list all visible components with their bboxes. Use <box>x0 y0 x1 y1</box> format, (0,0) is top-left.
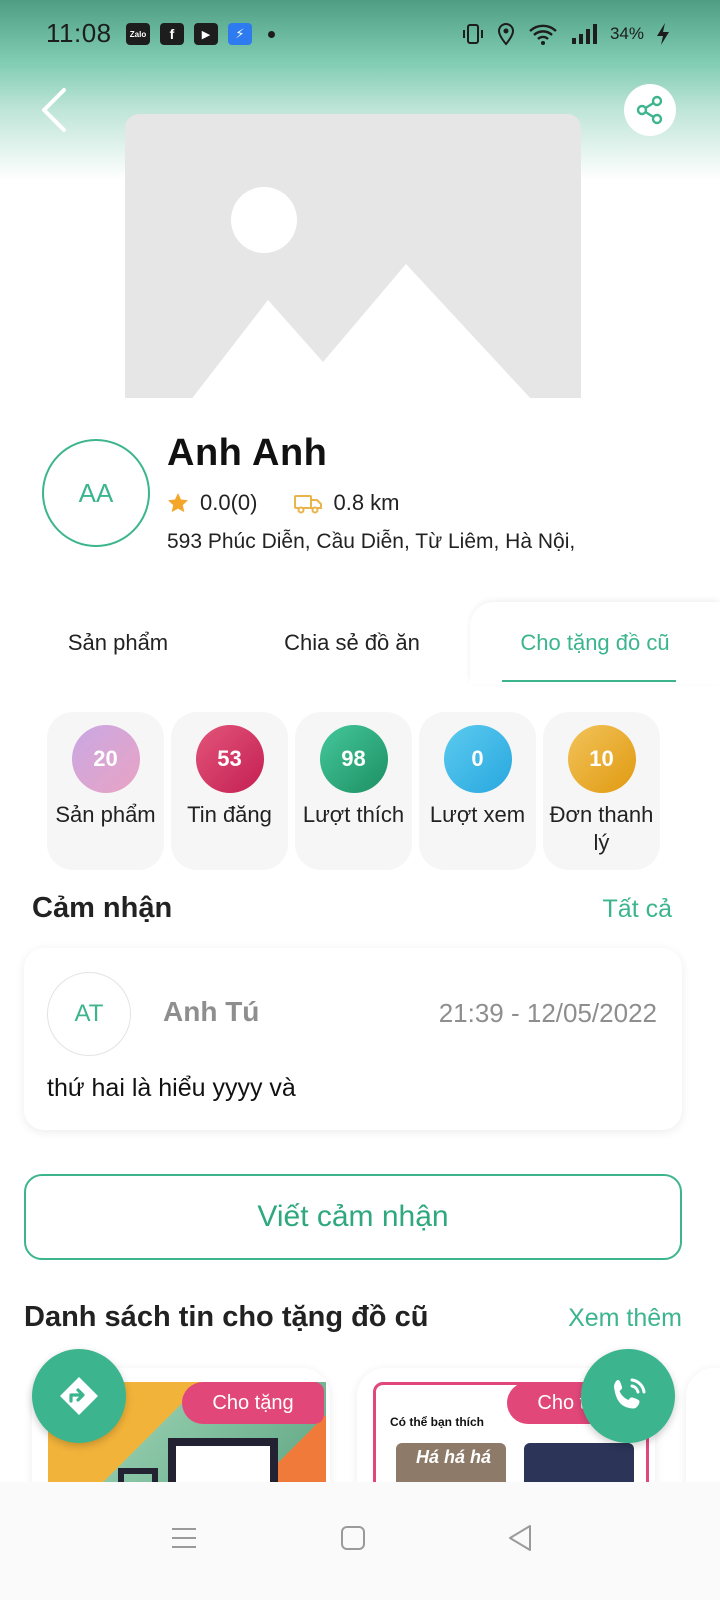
profile-tabs: Sản phẩm Chia sẻ đồ ăn Cho tặng đồ cũ <box>0 602 720 684</box>
shop-distance: 0.8 km <box>333 490 400 515</box>
share-button[interactable] <box>624 84 676 136</box>
reviews-title: Cảm nhận <box>32 892 173 924</box>
shop-avatar: AA <box>42 439 150 547</box>
listings-see-more-link[interactable]: Xem thêm <box>568 1304 682 1333</box>
notification-dot-icon <box>268 30 275 38</box>
stat-views-value: 0 <box>443 725 512 793</box>
stat-posts[interactable]: 53 Tin đăng <box>171 712 288 870</box>
reviews-see-all-link[interactable]: Tất cả <box>603 895 672 924</box>
stat-products-label: Sản phẩm <box>55 802 156 827</box>
youtube-icon: ▶ <box>194 23 218 45</box>
back-button[interactable] <box>36 86 76 134</box>
nav-back-button[interactable] <box>490 1508 550 1568</box>
review-timestamp: 21:39 - 12/05/2022 <box>438 998 657 1028</box>
truck-icon <box>294 495 323 514</box>
listing-thumbnail-caption: Có thể bạn thích <box>390 1415 484 1429</box>
facebook-icon: f <box>160 23 184 45</box>
listings-title: Danh sách tin cho tặng đồ cũ <box>24 1301 429 1333</box>
stats-row: 20 Sản phẩm 53 Tin đăng 98 Lượt thích 0 … <box>47 712 660 870</box>
stat-products-value: 20 <box>71 725 140 793</box>
nav-home-button[interactable] <box>323 1508 383 1568</box>
shop-rating: 0.0(0) <box>200 490 258 515</box>
wifi-icon <box>529 24 557 45</box>
star-icon <box>168 493 188 513</box>
write-review-button[interactable]: Viết cảm nhận <box>24 1174 682 1260</box>
directions-button[interactable] <box>32 1349 126 1443</box>
stat-likes[interactable]: 98 Lượt thích <box>295 712 412 870</box>
stat-views-label: Lượt xem <box>429 802 526 827</box>
stat-clearance-orders[interactable]: 10 Đơn thanh lý <box>543 712 660 870</box>
phone-icon <box>614 1378 646 1409</box>
tab-give-away-items[interactable]: Cho tặng đồ cũ <box>470 602 720 684</box>
status-bar: 11:08 Zalo f ▶ ⚡ 34% <box>0 0 720 56</box>
review-card: AT Anh Tú 21:39 - 12/05/2022 thứ hai là … <box>24 948 682 1130</box>
reviewer-avatar: AT <box>47 972 131 1056</box>
hero-header: 11:08 Zalo f ▶ ⚡ 34% <box>0 0 720 460</box>
menu-icon <box>172 1528 196 1548</box>
shop-name: Anh Anh <box>167 432 328 474</box>
home-square-icon <box>341 1526 365 1550</box>
status-system-icons: 34% <box>462 22 670 46</box>
stat-likes-label: Lượt thích <box>302 802 405 827</box>
stat-posts-value: 53 <box>195 725 264 793</box>
back-arrow-icon <box>42 88 66 132</box>
signal-icon <box>571 24 597 44</box>
review-text: thứ hai là hiểu yyyy và <box>47 1074 296 1102</box>
stat-likes-value: 98 <box>319 725 388 793</box>
listing-tag: Cho tặng <box>182 1382 324 1424</box>
usb-icon: ⚡ <box>228 23 252 45</box>
reviewer-name: Anh Tú <box>163 996 260 1027</box>
back-triangle-icon <box>509 1525 531 1551</box>
shop-address: 593 Phúc Diễn, Cầu Diễn, Từ Liêm, Hà Nội… <box>167 530 576 553</box>
tab-share-food[interactable]: Chia sẻ đồ ăn <box>236 602 468 684</box>
nav-menu-button[interactable] <box>154 1508 214 1568</box>
image-placeholder-icon <box>180 187 545 414</box>
stat-products[interactable]: 20 Sản phẩm <box>47 712 164 870</box>
battery-text: 34% <box>609 24 644 43</box>
stat-clearance-orders-value: 10 <box>567 725 636 793</box>
stat-clearance-orders-label: Đơn thanh lý <box>549 802 654 855</box>
share-icon <box>636 95 663 125</box>
cover-image-placeholder <box>125 114 581 414</box>
system-nav-bar <box>0 1482 720 1600</box>
location-icon <box>497 22 514 46</box>
stat-views[interactable]: 0 Lượt xem <box>419 712 536 870</box>
tab-products[interactable]: Sản phẩm <box>16 602 220 684</box>
status-time: 11:08 <box>46 18 112 48</box>
status-app-icons: Zalo f ▶ ⚡ <box>126 23 275 45</box>
shop-meta: 0.0(0) 0.8 km <box>166 490 400 516</box>
directions-icon <box>60 1377 98 1415</box>
vibrate-icon <box>462 24 483 44</box>
zalo-icon: Zalo <box>126 23 150 45</box>
charging-icon <box>657 23 669 45</box>
stat-posts-label: Tin đăng <box>187 802 272 827</box>
call-button[interactable] <box>581 1349 675 1443</box>
listing-thumbnail-text: Há há há <box>416 1447 492 1467</box>
